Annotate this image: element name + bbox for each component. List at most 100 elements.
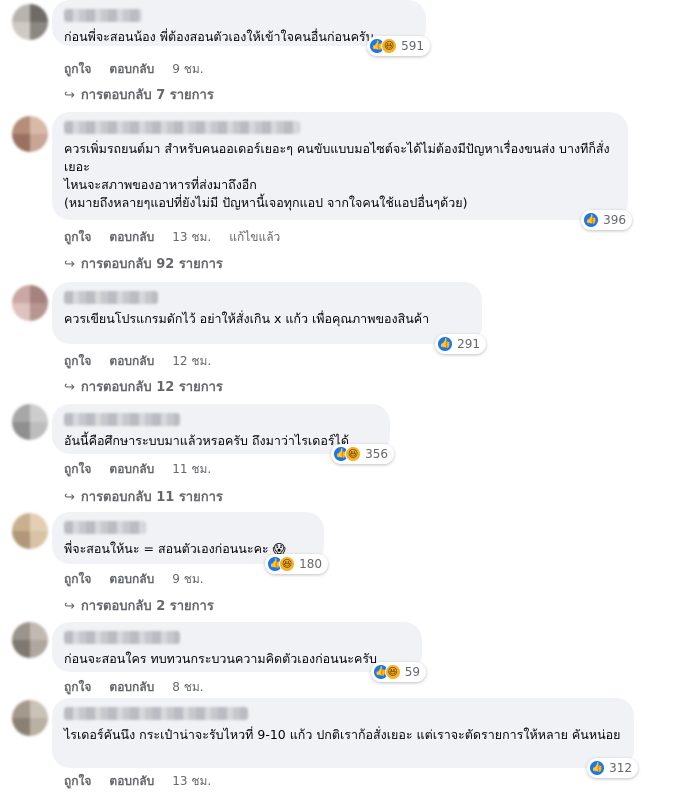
comment-time[interactable]: 9 ชม. — [172, 570, 203, 589]
comment-actions: ถูกใจ ตอบกลับ 12 ชม. — [64, 352, 229, 371]
author-name[interactable] — [64, 121, 300, 134]
reply-button[interactable]: ตอบกลับ — [109, 352, 154, 371]
reaction-count: 591 — [401, 39, 424, 53]
reply-button[interactable]: ตอบกลับ — [109, 772, 154, 791]
view-replies-link[interactable]: ↪ การตอบกลับ 7 รายการ — [64, 84, 214, 105]
avatar[interactable] — [12, 116, 48, 152]
reply-button[interactable]: ตอบกลับ — [109, 60, 154, 79]
replies-prefix: การตอบกลับ — [80, 380, 152, 395]
reply-count: 7 — [156, 88, 166, 103]
reply-arrow-icon: ↪ — [64, 380, 75, 395]
comment-text: อันนี้คือศึกษาระบบมาแล้วหรอครับ ถึงมาว่า… — [64, 433, 349, 448]
like-reaction-icon: 👍 — [437, 336, 454, 352]
comment-actions: ถูกใจ ตอบกลับ 11 ชม. — [64, 460, 229, 479]
reaction-count: 356 — [365, 447, 388, 461]
reply-arrow-icon: ↪ — [64, 490, 75, 505]
reaction-count: 291 — [457, 337, 480, 351]
reply-count: 2 — [156, 599, 166, 614]
replies-prefix: การตอบกลับ — [80, 490, 152, 505]
view-replies-link[interactable]: ↪ การตอบกลับ 92 รายการ — [64, 253, 223, 274]
avatar[interactable] — [12, 285, 48, 321]
comment-time[interactable]: 12 ชม. — [172, 352, 211, 371]
avatar[interactable] — [12, 622, 48, 658]
reaction-count: 396 — [603, 213, 626, 227]
like-button[interactable]: ถูกใจ — [64, 678, 91, 697]
comment-bubble: ไรเดอร์คันนึง กระเป๋าน่าจะรับไหวที่ 9-10… — [52, 698, 638, 778]
edited-label: แก้ไขแล้ว — [229, 230, 281, 244]
comment-text: ควรเขียนโปรแกรมดักไว้ อย่าให้สั่งเกิน x … — [64, 311, 430, 326]
reaction-summary[interactable]: 👍 😆 180 — [265, 554, 328, 574]
avatar[interactable] — [12, 513, 48, 549]
reply-count: 11 — [156, 490, 175, 505]
comment-time[interactable]: 8 ชม. — [172, 678, 203, 697]
reply-button[interactable]: ตอบกลับ — [109, 460, 154, 479]
reply-button[interactable]: ตอบกลับ — [109, 228, 154, 247]
like-button[interactable]: ถูกใจ — [64, 352, 91, 371]
replies-prefix: การตอบกลับ — [80, 257, 152, 272]
reaction-count: 180 — [299, 557, 322, 571]
comment-actions: ถูกใจ ตอบกลับ 13 ชม. แก้ไขแล้ว — [64, 228, 298, 247]
replies-suffix: รายการ — [169, 599, 214, 614]
comment-time[interactable]: 13 ชม. — [172, 228, 211, 247]
like-button[interactable]: ถูกใจ — [64, 772, 91, 791]
author-name[interactable] — [64, 521, 146, 534]
reply-arrow-icon: ↪ — [64, 599, 75, 614]
reaction-count: 312 — [609, 761, 632, 775]
reaction-count: 59 — [404, 665, 420, 679]
author-name[interactable] — [64, 9, 142, 22]
author-name[interactable] — [64, 631, 180, 644]
comment-time[interactable]: 9 ชม. — [172, 60, 203, 79]
comment-text: ไรเดอร์คันนึง กระเป๋าน่าจะรับไหวที่ 9-10… — [64, 727, 621, 742]
like-button[interactable]: ถูกใจ — [64, 228, 91, 247]
author-name[interactable] — [64, 707, 248, 720]
comment-bubble: ควรเขียนโปรแกรมดักไว้ อย่าให้สั่งเกิน x … — [52, 282, 486, 354]
replies-prefix: การตอบกลับ — [80, 88, 152, 103]
comment-actions: ถูกใจ ตอบกลับ 8 ชม. — [64, 678, 222, 697]
reply-count: 92 — [156, 257, 175, 272]
comment-bubble: อันนี้คือศึกษาระบบมาแล้วหรอครับ ถึงมาว่า… — [52, 404, 394, 464]
replies-suffix: รายการ — [178, 490, 223, 505]
reply-arrow-icon: ↪ — [64, 257, 75, 272]
haha-reaction-icon: 😆 — [384, 664, 401, 680]
like-reaction-icon: 👍 — [583, 212, 600, 228]
view-replies-link[interactable]: ↪ การตอบกลับ 12 รายการ — [64, 376, 223, 397]
haha-reaction-icon: 😆 — [279, 556, 296, 572]
view-replies-link[interactable]: ↪ การตอบกลับ 2 รายการ — [64, 595, 214, 616]
reaction-summary[interactable]: 👍 😆 356 — [331, 444, 394, 464]
reaction-summary[interactable]: 👍 😆 591 — [367, 36, 430, 56]
comment-text: ก่อนจะสอนใคร ทบทวนกระบวนความคิดตัวเองก่อ… — [64, 651, 377, 666]
reaction-summary[interactable]: 👍 291 — [435, 334, 486, 354]
comment-bubble: ก่อนจะสอนใคร ทบทวนกระบวนความคิดตัวเองก่อ… — [52, 622, 426, 682]
comment-bubble: ก่อนพี่จะสอนน้อง พี่ต้องสอนตัวเองให้เข้า… — [52, 0, 430, 56]
haha-reaction-icon: 😆 — [381, 38, 398, 54]
comment-text: ควรเพิ่มรถยนต์มา สำหรับคนออเดอร์เยอะๆ คน… — [64, 141, 610, 210]
avatar[interactable] — [12, 404, 48, 440]
like-button[interactable]: ถูกใจ — [64, 570, 91, 589]
comment-text: ก่อนพี่จะสอนน้อง พี่ต้องสอนตัวเองให้เข้า… — [64, 29, 374, 44]
comment-actions: ถูกใจ ตอบกลับ 13 ชม. — [64, 772, 229, 791]
avatar[interactable] — [12, 700, 48, 736]
like-reaction-icon: 👍 — [589, 760, 606, 776]
reply-button[interactable]: ตอบกลับ — [109, 570, 154, 589]
comment-bubble: พี่จะสอนให้นะ = สอนตัวเองก่อนนะคะ 😱 👍 😆 … — [52, 512, 328, 574]
author-name[interactable] — [64, 291, 158, 304]
view-replies-link[interactable]: ↪ การตอบกลับ 11 รายการ — [64, 486, 223, 507]
haha-reaction-icon: 😆 — [345, 446, 362, 462]
replies-suffix: รายการ — [178, 257, 223, 272]
reply-count: 12 — [156, 380, 175, 395]
replies-prefix: การตอบกลับ — [80, 599, 152, 614]
like-button[interactable]: ถูกใจ — [64, 60, 91, 79]
reaction-summary[interactable]: 👍 312 — [587, 758, 638, 778]
author-name[interactable] — [64, 413, 180, 426]
like-button[interactable]: ถูกใจ — [64, 460, 91, 479]
replies-suffix: รายการ — [178, 380, 223, 395]
replies-suffix: รายการ — [169, 88, 214, 103]
avatar[interactable] — [12, 4, 48, 40]
comment-time[interactable]: 11 ชม. — [172, 460, 211, 479]
reaction-summary[interactable]: 👍 396 — [581, 210, 632, 230]
reaction-summary[interactable]: 👍 😆 59 — [370, 662, 426, 682]
comment-actions: ถูกใจ ตอบกลับ 9 ชม. — [64, 60, 222, 79]
comment-time[interactable]: 13 ชม. — [172, 772, 211, 791]
comment-actions: ถูกใจ ตอบกลับ 9 ชม. — [64, 570, 222, 589]
reply-button[interactable]: ตอบกลับ — [109, 678, 154, 697]
